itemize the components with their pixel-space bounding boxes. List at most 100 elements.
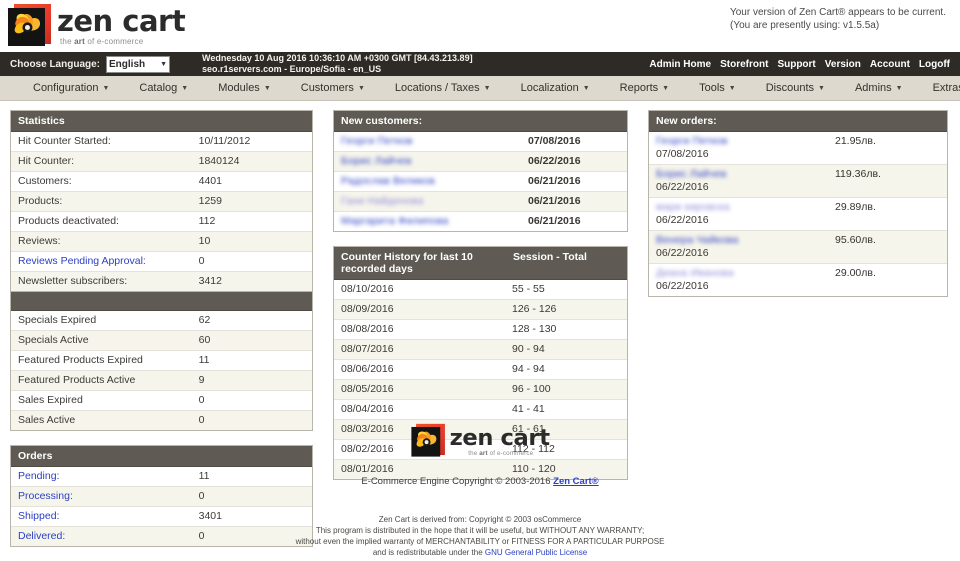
order-date: 07/08/2016 [656,148,709,160]
version-notice: Your version of Zen Cart® appears to be … [730,6,946,32]
admin-link-admin-home[interactable]: Admin Home [649,59,711,70]
customer-name-link[interactable]: Радослав Великов [341,175,435,188]
counter-date: 08/07/2016 [334,339,505,360]
table-row: 08/10/2016 55 - 55 [334,280,627,300]
customer-name-link[interactable]: Маргарита Филипова [341,215,448,228]
main-menu: Configuration ▼ Catalog ▼ Modules ▼ Custome… [0,76,960,101]
order-customer-link[interactable]: Диана Иванова [656,267,734,280]
menu-item-localization[interactable]: Localization ▼ [506,82,605,94]
menu-item-customers[interactable]: Customers ▼ [286,82,380,94]
new-orders-table: Георги Петков 07/08/2016 21.95лв. Борис … [649,132,947,296]
customer-date: 06/21/2016 [521,191,627,212]
logo-wordmark: zen cart [57,3,186,38]
menu-item-configuration[interactable]: Configuration ▼ [18,82,124,94]
footer-zencart-logo: zen cart the art of e-commerce [410,423,550,459]
gnu-gpl-link[interactable]: GNU General Public License [485,548,587,557]
special-value: 9 [191,370,312,391]
admin-links: Admin Home Storefront Support Version Ac… [649,52,950,76]
table-row: Георги Петков 07/08/2016 [334,132,627,152]
chevron-down-icon: ▼ [483,84,491,92]
special-value: 11 [191,350,312,371]
menu-item-catalog[interactable]: Catalog ▼ [124,82,203,94]
footer-zencart-link[interactable]: Zen Cart® [553,476,599,487]
counter-date: 08/09/2016 [334,299,505,320]
menu-item-tools[interactable]: Tools ▼ [684,82,751,94]
table-row: Гани Найденова 06/21/2016 [334,191,627,212]
order-customer-link[interactable]: Борис Лайчев [656,168,727,181]
chevron-down-icon: ▼ [582,84,590,92]
table-row: 08/08/2016 128 - 130 [334,319,627,340]
menu-label: Customers [300,82,354,94]
order-date: 06/22/2016 [656,280,709,292]
order-amount: 21.95лв. [828,132,947,165]
table-row: Products deactivated: 112 [11,211,312,232]
special-value: 60 [191,330,312,351]
table-row: Диана Иванова 06/22/2016 29.00лв. [649,263,947,296]
table-row: мари кировска 06/22/2016 29.89лв. [649,197,947,231]
menu-item-reports[interactable]: Reports ▼ [605,82,684,94]
counter-session-total: 94 - 94 [505,359,627,380]
stat-label: Reviews: [11,231,192,252]
footer-legal-line3: without even the implied warranty of MER… [295,537,665,546]
order-customer-link[interactable]: Георги Петков [656,135,728,148]
order-date: 06/22/2016 [656,181,709,193]
specials-panel: Specials Expired 62 Specials Active 60 Fea… [10,292,313,431]
menu-item-discounts[interactable]: Discounts ▼ [751,82,840,94]
footer-logo-wordmark: zen cart [449,423,550,450]
special-value: 62 [191,311,312,331]
new-orders-panel: New orders: Георги Петков 07/08/2016 21.… [648,110,948,297]
customer-date: 07/08/2016 [521,132,627,152]
order-customer-link[interactable]: мари кировска [656,201,730,214]
stat-label: Newsletter subscribers: [11,271,192,291]
server-datetime: Wednesday 10 Aug 2016 10:36:10 AM +0300 … [202,53,473,75]
special-label: Specials Expired [11,311,192,331]
admin-link-storefront[interactable]: Storefront [720,59,768,70]
customer-name-link[interactable]: Георги Петков [341,135,413,148]
order-amount: 95.60лв. [828,230,947,264]
order-amount: 29.00лв. [828,263,947,296]
table-row: Маргарита Филипова 06/21/2016 [334,211,627,231]
stat-label: Hit Counter: [11,151,192,172]
footer-legal-line4: and is redistributable under the GNU Gen… [0,547,960,558]
language-label: Choose Language: [10,58,101,70]
admin-toolbar: Choose Language: English ▼ Wednesday 10 … [0,52,960,76]
table-row: Reviews: 10 [11,231,312,252]
reviews-pending-link[interactable]: Reviews Pending Approval: [18,255,146,267]
counter-history-col-session-total: Session - Total [513,251,587,263]
customer-name-link[interactable]: Гани Найденова [341,195,424,208]
admin-link-version[interactable]: Version [825,59,861,70]
menu-label: Modules [218,82,260,94]
special-label: Featured Products Active [11,370,192,391]
zencart-logo[interactable]: zen cart the art of e-commerce [7,3,186,49]
spiral-glyph [416,431,437,447]
counter-session-total: 126 - 126 [505,299,627,320]
order-customer-link[interactable]: Венера Чайкова [656,234,738,247]
counter-date: 08/04/2016 [334,399,505,420]
menu-item-locations-taxes[interactable]: Locations / Taxes ▼ [380,82,506,94]
admin-link-account[interactable]: Account [870,59,910,70]
customer-name-link[interactable]: Борис Лайчев [341,155,412,168]
page-header: zen cart the art of e-commerce Your vers… [0,0,960,52]
menu-item-modules[interactable]: Modules ▼ [203,82,286,94]
menu-item-extras[interactable]: Extras▼ [918,82,960,94]
menu-label: Configuration [33,82,99,94]
language-select[interactable]: English ▼ [106,55,171,73]
stat-value: 4401 [191,171,312,192]
table-row: Reviews Pending Approval: 0 [11,251,312,272]
counter-session-total: 41 - 41 [505,399,627,420]
counter-date: 08/08/2016 [334,319,505,340]
new-customers-table: Георги Петков 07/08/2016 Борис Лайчев 06/2… [334,132,627,231]
admin-link-logoff[interactable]: Logoff [919,59,950,70]
chevron-down-icon: ▼ [181,84,189,92]
table-row: Customers: 4401 [11,171,312,192]
dashboard-column-right: New orders: Георги Петков 07/08/2016 21.… [648,110,948,311]
version-notice-line1: Your version of Zen Cart® appears to be … [729,7,946,18]
menu-item-admins[interactable]: Admins ▼ [840,82,918,94]
stat-value: 112 [191,211,312,232]
chevron-down-icon: ▼ [102,84,110,92]
menu-label: Catalog [139,82,178,94]
counter-session-total: 55 - 55 [505,280,627,300]
order-date: 06/22/2016 [656,247,709,259]
menu-label: Localization [520,82,579,94]
admin-link-support[interactable]: Support [777,59,815,70]
